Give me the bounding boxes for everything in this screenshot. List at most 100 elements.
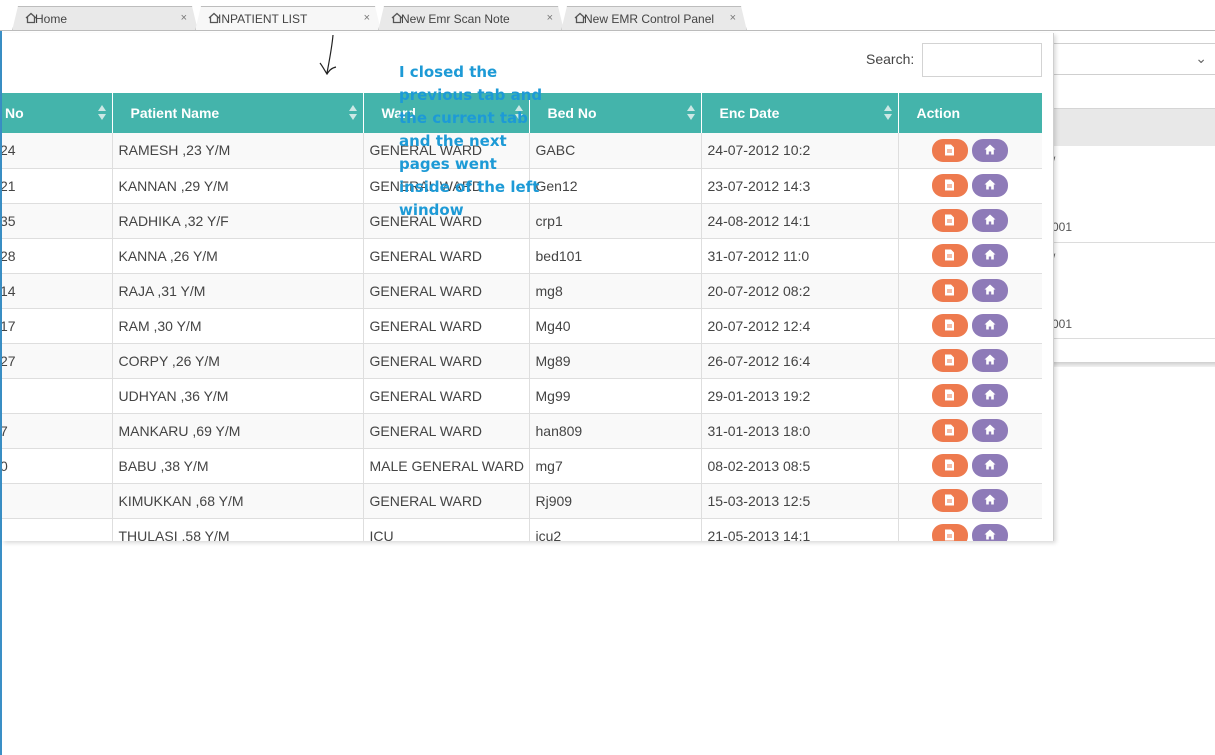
document-button[interactable] xyxy=(932,349,968,372)
document-button[interactable] xyxy=(932,419,968,442)
close-icon[interactable]: × xyxy=(730,12,736,24)
cell-enc-date: 20-07-2012 08:2 xyxy=(701,273,899,309)
table-row[interactable]: UDHYAN ,36 Y/M GENERAL WARD Mg99 29-01-2013… xyxy=(2,378,1042,414)
table-row[interactable]: 28KANNA ,26 Y/MGENERAL WARDbed10131-07-2… xyxy=(2,238,1042,274)
home-button[interactable] xyxy=(972,384,1008,407)
cell-enc-date: 24-08-2012 14:1 xyxy=(701,203,899,239)
cell-enc-date: 24-07-2012 10:2 xyxy=(701,133,899,169)
cell-no xyxy=(2,483,113,519)
table-row[interactable]: THULASI ,58 Y/M ICU icu2 21-05-2013 14:1 xyxy=(2,518,1042,541)
table-row[interactable]: 0BABU ,38 Y/MMALE GENERAL WARDmg708-02-2… xyxy=(2,448,1042,484)
cell-patient-name: MANKARU ,69 Y/M xyxy=(112,413,364,449)
cell-action xyxy=(898,238,1042,274)
cell-no: 17 xyxy=(2,308,113,344)
search-label: Search: xyxy=(866,51,915,67)
home-button[interactable] xyxy=(972,489,1008,512)
home-button[interactable] xyxy=(972,279,1008,302)
cell-patient-name: KANNAN ,29 Y/M xyxy=(112,168,364,204)
cell-no: 21 xyxy=(2,168,113,204)
home-icon xyxy=(208,12,220,24)
cell-action xyxy=(898,343,1042,379)
cell-patient-name: THULASI ,58 Y/M xyxy=(112,518,364,541)
document-button[interactable] xyxy=(932,138,968,162)
tab-home[interactable]: Home × xyxy=(12,6,198,31)
document-button[interactable] xyxy=(932,384,968,407)
document-button[interactable] xyxy=(932,174,968,197)
home-button[interactable] xyxy=(972,209,1008,232)
table-row[interactable]: 14RAJA ,31 Y/MGENERAL WARDmg820-07-2012 … xyxy=(2,273,1042,309)
close-icon[interactable]: × xyxy=(181,12,187,24)
tab-label: Home xyxy=(35,12,68,26)
cell-bed-no: Mg89 xyxy=(529,343,702,379)
home-button[interactable] xyxy=(972,454,1008,477)
home-button[interactable] xyxy=(972,174,1008,197)
tab-label: INPATIENT LIST xyxy=(218,12,308,26)
table-row[interactable]: 7MANKARU ,69 Y/MGENERAL WARDhan80931-01-… xyxy=(2,413,1042,449)
cell-patient-name: KANNA ,26 Y/M xyxy=(112,238,364,274)
sort-icon[interactable] xyxy=(883,105,892,121)
cell-patient-name: RAM ,30 Y/M xyxy=(112,308,364,344)
cell-patient-name: RADHIKA ,32 Y/F xyxy=(112,203,364,239)
tab-new-emr-scan-note[interactable]: New Emr Scan Note × xyxy=(378,6,564,31)
cell-bed-no: han809 xyxy=(529,413,702,449)
cell-patient-name: RAJA ,31 Y/M xyxy=(112,273,364,309)
home-icon xyxy=(25,12,37,24)
cell-ward: GENERAL WARD xyxy=(363,483,530,519)
home-button[interactable] xyxy=(972,314,1008,337)
cell-bed-no: mg8 xyxy=(529,273,702,309)
document-button[interactable] xyxy=(932,244,968,267)
cell-enc-date: 08-02-2013 08:5 xyxy=(701,448,899,484)
background-select[interactable]: ⌄ xyxy=(1050,43,1215,75)
cell-enc-date: 31-01-2013 18:0 xyxy=(701,413,899,449)
cell-ward: GENERAL WARD xyxy=(363,308,530,344)
column-header-patient-name[interactable]: Patient Name xyxy=(112,93,364,133)
cell-patient-name: KIMUKKAN ,68 Y/M xyxy=(112,483,364,519)
table-row[interactable]: 17RAM ,30 Y/MGENERAL WARDMg4020-07-2012 … xyxy=(2,308,1042,344)
table-row[interactable]: 27CORPY ,26 Y/MGENERAL WARDMg8926-07-201… xyxy=(2,343,1042,379)
document-button[interactable] xyxy=(932,489,968,512)
column-header-enc-date[interactable]: Enc Date xyxy=(701,93,899,133)
tab-new-emr-control-panel[interactable]: New EMR Control Panel × xyxy=(561,6,747,31)
home-button[interactable] xyxy=(972,244,1008,267)
cell-bed-no: Gen12 xyxy=(529,168,702,204)
cell-action xyxy=(898,308,1042,344)
document-button[interactable] xyxy=(932,209,968,232)
cell-ward: ICU xyxy=(363,518,530,541)
close-icon[interactable]: × xyxy=(364,12,370,24)
home-button[interactable] xyxy=(972,138,1008,162)
home-button[interactable] xyxy=(972,524,1008,541)
search-input[interactable] xyxy=(922,43,1042,77)
sort-icon[interactable] xyxy=(348,105,357,121)
document-button[interactable] xyxy=(932,454,968,477)
document-button[interactable] xyxy=(932,314,968,337)
cell-bed-no: Rj909 xyxy=(529,483,702,519)
tab-label: New EMR Control Panel xyxy=(584,12,715,26)
cell-action xyxy=(898,448,1042,484)
cell-patient-name: CORPY ,26 Y/M xyxy=(112,343,364,379)
column-header-no[interactable]: No xyxy=(2,93,113,133)
background-row-code: 001 xyxy=(1052,317,1073,331)
cell-no xyxy=(2,378,113,414)
home-button[interactable] xyxy=(972,349,1008,372)
column-header-bed-no[interactable]: Bed No xyxy=(529,93,702,133)
home-button[interactable] xyxy=(972,419,1008,442)
chevron-down-icon: ⌄ xyxy=(1195,50,1207,66)
cell-action xyxy=(898,413,1042,449)
cell-ward: MALE GENERAL WARD xyxy=(363,448,530,484)
cell-patient-name: UDHYAN ,36 Y/M xyxy=(112,378,364,414)
list-item: / 001 xyxy=(1040,146,1215,243)
sort-icon[interactable] xyxy=(97,105,106,121)
tab-inpatient-list[interactable]: INPATIENT LIST × xyxy=(195,6,381,31)
document-button[interactable] xyxy=(932,279,968,302)
cell-enc-date: 20-07-2012 12:4 xyxy=(701,308,899,344)
cell-no xyxy=(2,518,113,541)
cell-action xyxy=(898,518,1042,541)
sort-icon[interactable] xyxy=(686,105,695,121)
list-item: / 001 xyxy=(1040,243,1215,339)
cell-bed-no: icu2 xyxy=(529,518,702,541)
document-button[interactable] xyxy=(932,524,968,541)
close-icon[interactable]: × xyxy=(547,12,553,24)
cell-no: 14 xyxy=(2,273,113,309)
tab-label: New Emr Scan Note xyxy=(401,12,510,26)
table-row[interactable]: KIMUKKAN ,68 Y/M GENERAL WARD Rj909 15-03-2… xyxy=(2,483,1042,519)
